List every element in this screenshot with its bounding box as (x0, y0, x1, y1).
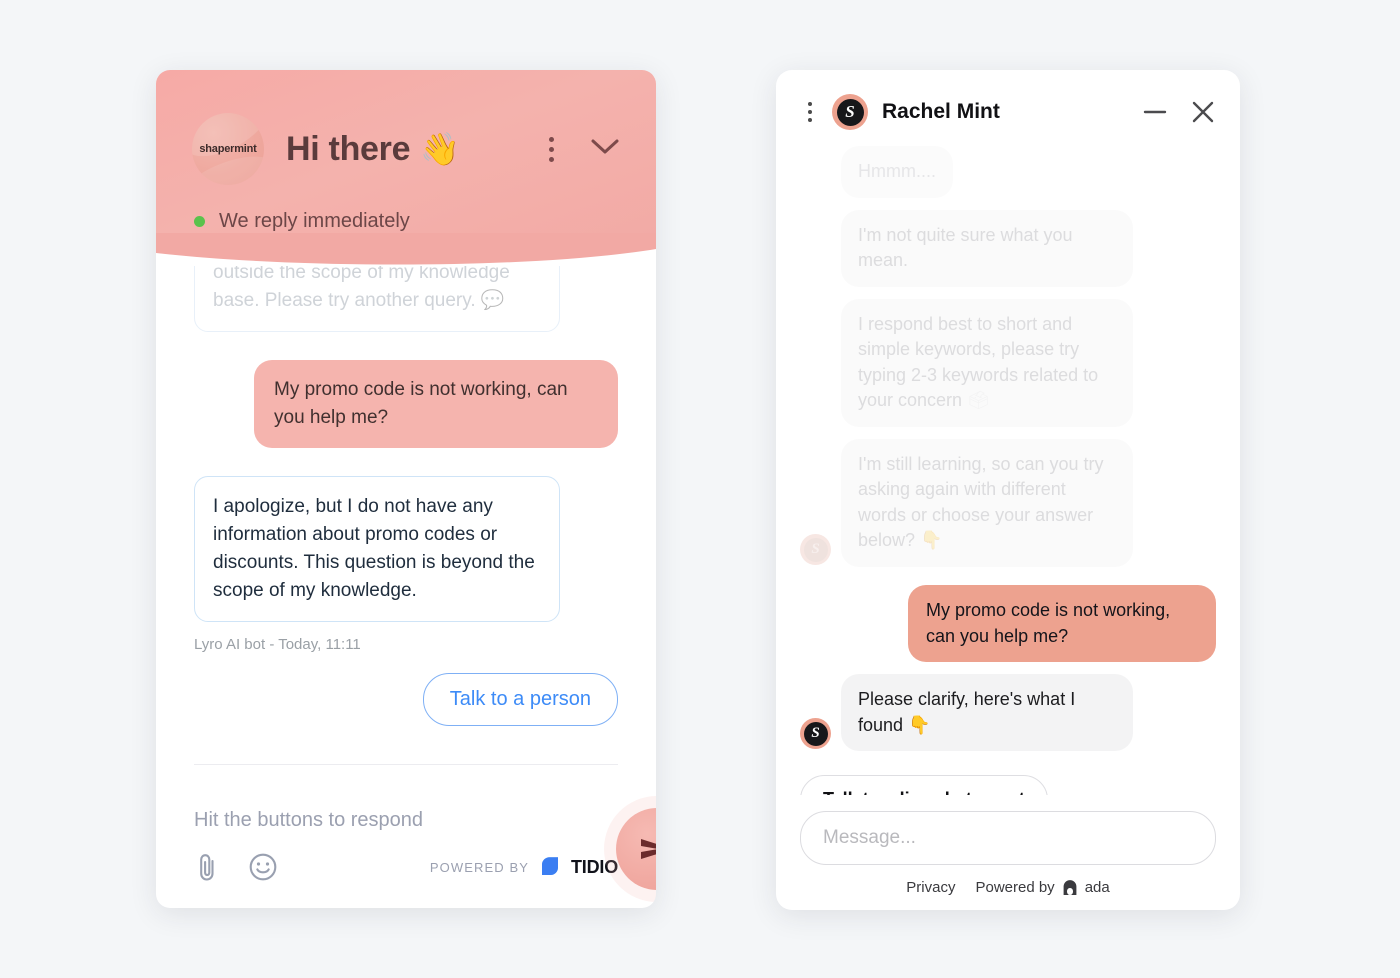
kebab-dot (808, 102, 812, 106)
message-bubble-bot: I'm not quite sure what you mean. (841, 209, 1133, 287)
ada-footer-links: Privacy Powered by ada (800, 879, 1216, 896)
minimize-icon[interactable] (1142, 105, 1168, 119)
chevron-down-icon[interactable] (586, 134, 624, 165)
message-meta: Lyro AI bot - Today, 11:11 (194, 636, 361, 654)
close-icon[interactable] (1190, 99, 1216, 125)
ada-composer: Privacy Powered by ada (776, 795, 1240, 910)
status-badge: We reply immediately (156, 198, 656, 233)
message-text: Please clarify, here's what I found (858, 689, 1076, 735)
speech-balloon-icon: 💬 (480, 290, 505, 312)
tidio-chat-widget: shapermint Hi there 👋 We reply immediate… (156, 70, 656, 908)
message-row: Hmmm.... (800, 146, 1216, 198)
avatar: S (832, 94, 868, 130)
paperclip-glyph (200, 854, 214, 881)
powered-by-label: Powered by (975, 879, 1055, 896)
ada-header: S Rachel Mint (776, 70, 1240, 140)
message-text: outside the scope of my knowledge base. … (213, 266, 510, 312)
agent-name: Rachel Mint (882, 100, 1000, 123)
powered-by-tidio: POWERED BY TIDIO (430, 855, 618, 879)
smiley-face-glyph (249, 853, 277, 881)
message-row: S I'm still learning, so can you try ask… (800, 438, 1216, 568)
ada-arch-logo-icon (1063, 880, 1077, 895)
avatar: S (800, 718, 831, 750)
online-status-dot (194, 216, 205, 227)
ada-message-list: Hmmm.... I'm not quite sure what you mea… (776, 140, 1240, 795)
message-bubble-user: My promo code is not working, can you he… (908, 585, 1216, 663)
pointing-down-icon: 👇 (920, 530, 943, 551)
powered-by-label: POWERED BY (429, 859, 529, 875)
message-bubble-bot: Hmmm.... (841, 146, 953, 198)
page-title: Hi there 👋 (286, 130, 460, 169)
brand-avatar: shapermint (192, 113, 264, 185)
kebab-dot (808, 110, 812, 114)
status-text: We reply immediately (219, 210, 410, 232)
message-row: I respond best to short and simple keywo… (800, 298, 1216, 427)
smiley-face-icon[interactable] (248, 852, 278, 882)
message-bubble-bot: Please clarify, here's what I found 👇 (841, 674, 1133, 752)
message-bubble-bot: outside the scope of my knowledge base. … (194, 266, 560, 333)
message-bubble-bot: I apologize, but I do not have any infor… (194, 475, 560, 623)
tidio-title-text: Hi there (286, 129, 411, 168)
message-row: S Please clarify, here's what I found 👇 (800, 674, 1216, 752)
kebab-dot (549, 146, 554, 152)
kebab-dot (549, 136, 554, 142)
tidio-wordmark: TIDIO (571, 856, 618, 877)
composer-placeholder-text: Hit the buttons to respond (194, 809, 424, 831)
ballot-box-icon: 🗳 (967, 390, 990, 411)
tidio-header-top-row: shapermint Hi there 👋 (156, 70, 656, 198)
talk-to-a-person-button[interactable]: Talk to a person (422, 673, 618, 727)
message-text: My promo code is not working, can you he… (274, 379, 568, 428)
message-text: Hmmm.... (858, 161, 936, 181)
paperclip-icon[interactable] (194, 852, 220, 882)
ada-header-actions (1142, 99, 1216, 125)
close-glyph (1192, 101, 1214, 123)
tidio-droplet-logo-icon (542, 857, 558, 875)
pointing-down-icon: 👇 (908, 714, 931, 735)
ada-wordmark: ada (1084, 879, 1110, 896)
waving-hand-icon: 👋 (420, 131, 460, 167)
avatar-letter: S (803, 537, 828, 562)
message-input[interactable] (800, 811, 1216, 865)
privacy-link[interactable]: Privacy (906, 879, 955, 896)
avatar-letter: S (803, 721, 828, 746)
ada-chat-widget: S Rachel Mint Hmmm.... I'm not quite sur… (776, 70, 1240, 910)
kebab-dot (549, 156, 554, 162)
kebab-menu-icon[interactable] (543, 131, 560, 168)
composer-toolbar: POWERED BY TIDIO (194, 852, 618, 882)
tidio-composer: Hit the buttons to respond POWERED BY TI… (156, 783, 656, 908)
kebab-dot (808, 118, 812, 122)
message-bubble-user: My promo code is not working, can you he… (254, 360, 618, 448)
minimize-glyph (1143, 110, 1167, 114)
tidio-header: shapermint Hi there 👋 We reply immediate… (156, 70, 656, 267)
avatar: S (800, 534, 831, 566)
header-curve-decor (156, 233, 656, 267)
divider (194, 764, 618, 766)
kebab-menu-icon[interactable] (800, 96, 820, 128)
message-text: I'm still learning, so can you try askin… (858, 453, 1104, 551)
avatar-letter: S (836, 98, 864, 126)
screenshot-stage: shapermint Hi there 👋 We reply immediate… (0, 0, 1400, 978)
message-row: I'm not quite sure what you mean. (800, 209, 1216, 287)
tidio-message-list: outside the scope of my knowledge base. … (156, 266, 656, 783)
send-paper-plane-icon (641, 839, 656, 859)
chevron-down-glyph (591, 139, 619, 153)
talk-to-live-chat-agent-button[interactable]: Talk to a live chat agent (800, 775, 1048, 795)
message-bubble-bot: I'm still learning, so can you try askin… (841, 438, 1133, 568)
message-text: I apologize, but I do not have any infor… (213, 495, 535, 602)
message-text: My promo code is not working, can you he… (926, 600, 1171, 646)
send-button[interactable] (616, 808, 656, 890)
message-bubble-bot: I respond best to short and simple keywo… (841, 298, 1133, 427)
message-text: I'm not quite sure what you mean. (858, 224, 1073, 271)
brand-avatar-label: shapermint (199, 143, 257, 155)
powered-by-ada: Powered by ada (975, 879, 1109, 896)
tidio-header-actions (543, 131, 630, 168)
